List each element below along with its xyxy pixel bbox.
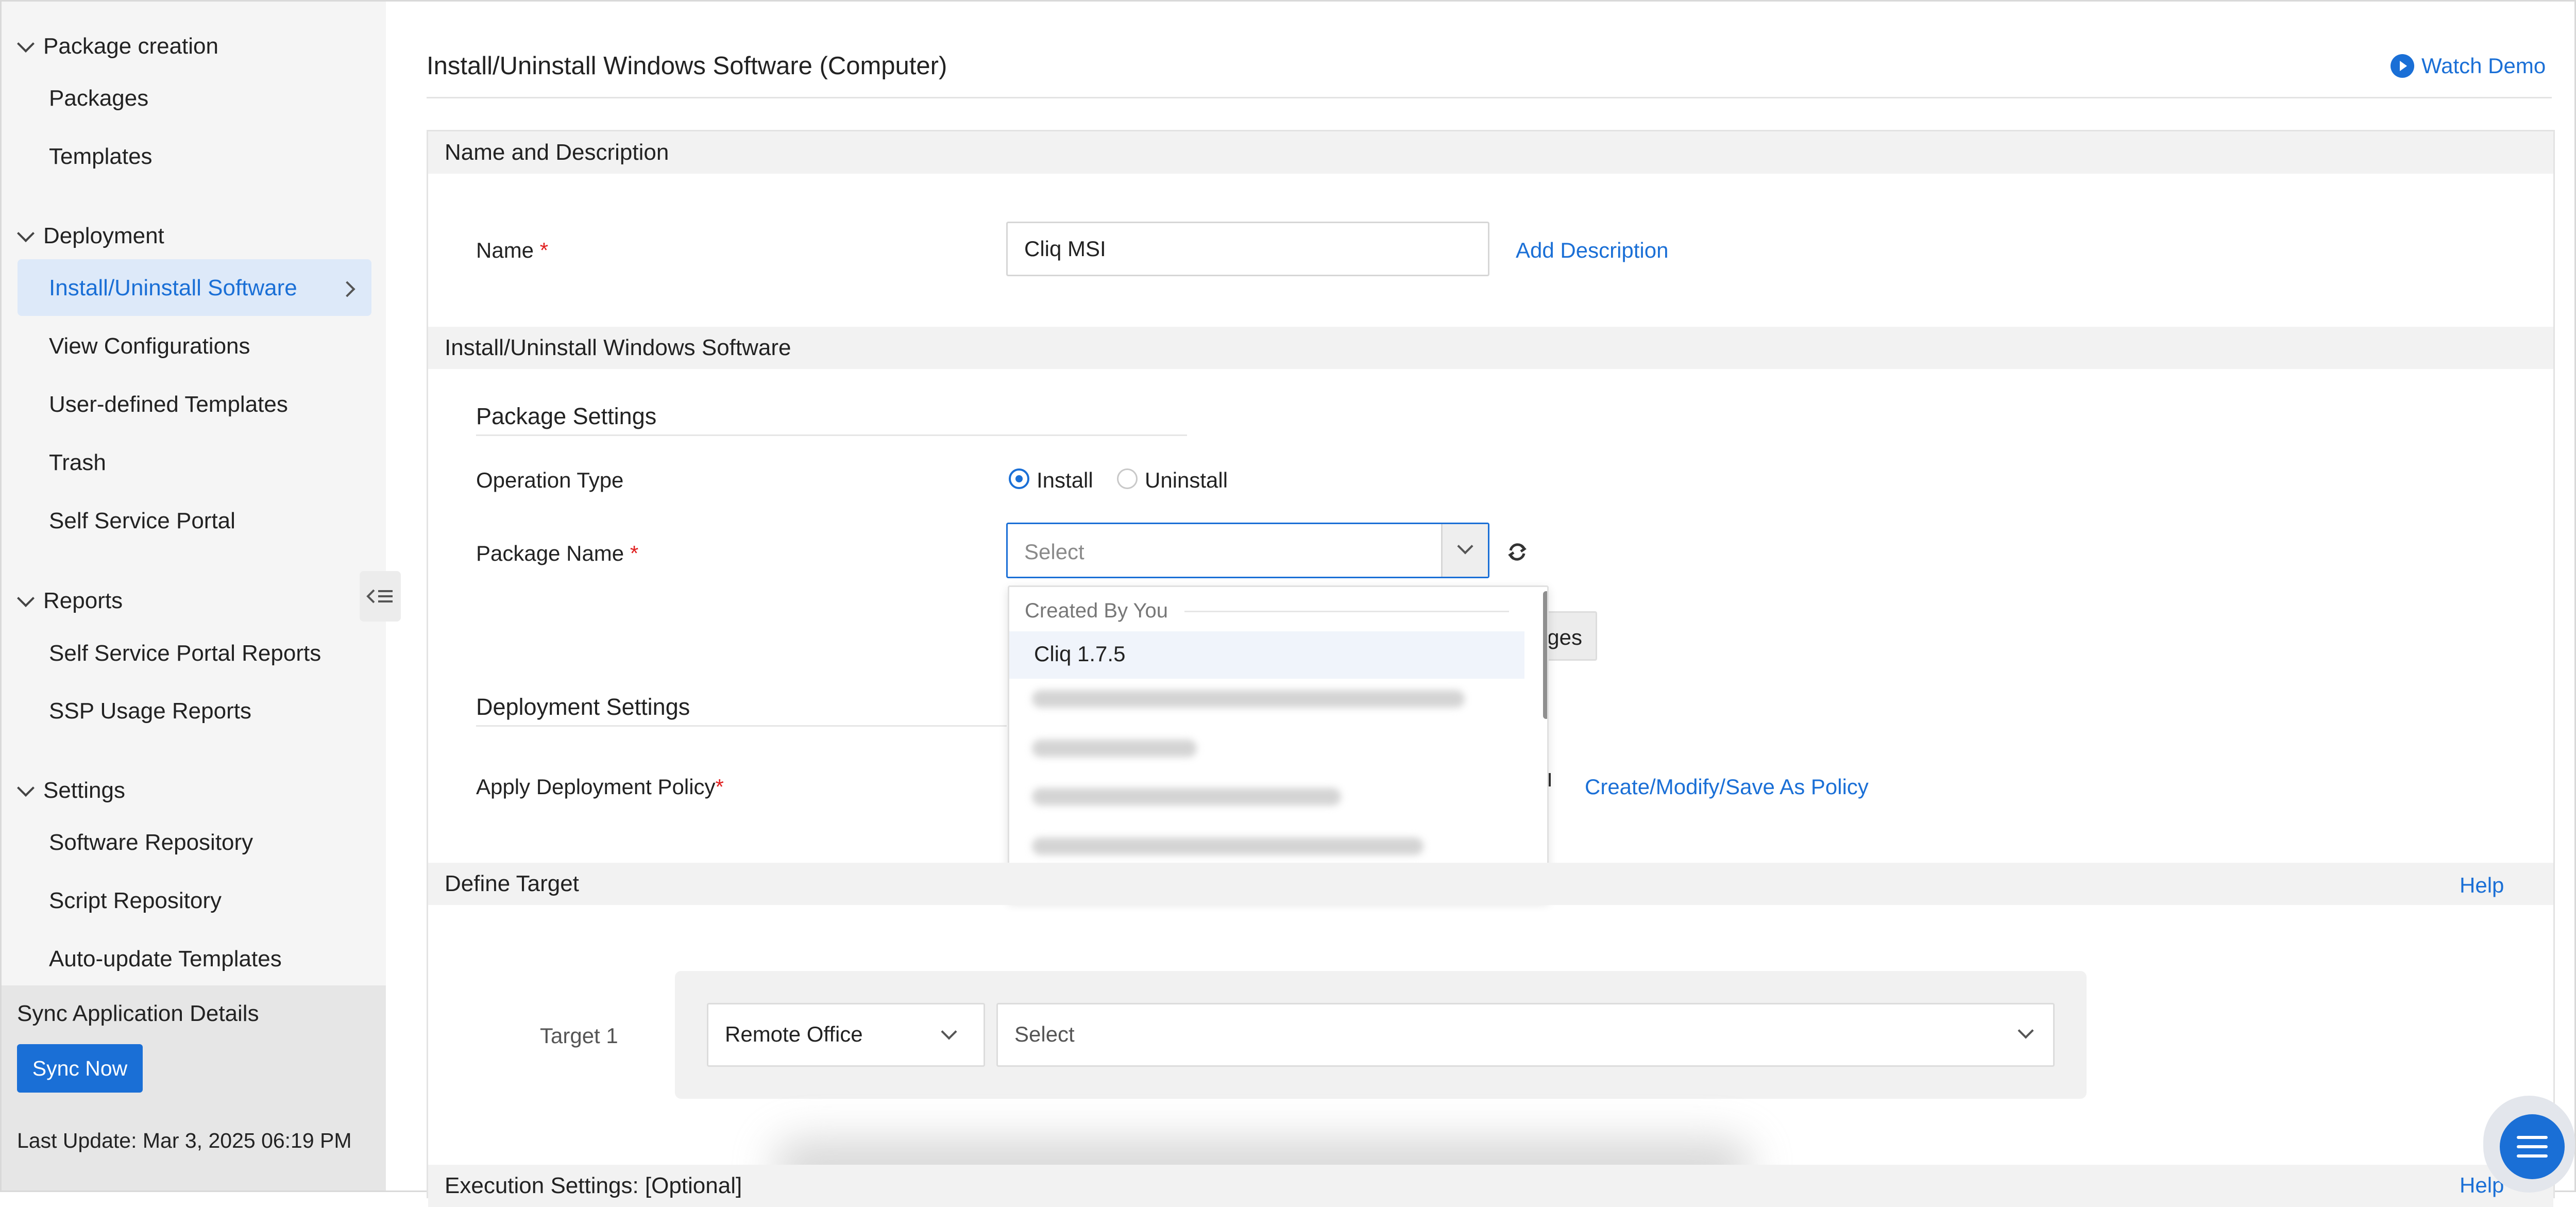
- last-update-text: Last Update: Mar 3, 2025 06:19 PM: [17, 1129, 352, 1152]
- install-radio[interactable]: [1009, 468, 1029, 489]
- target-label: Target 1: [540, 1024, 618, 1048]
- chevron-down-icon: [17, 590, 35, 607]
- install-radio-label[interactable]: Install: [1037, 468, 1093, 493]
- section-deployment[interactable]: Deployment: [17, 223, 164, 249]
- sidebar-item-ssp-reports[interactable]: Self Service Portal Reports: [49, 641, 321, 666]
- sidebar-item-view-configurations[interactable]: View Configurations: [49, 333, 250, 359]
- sidebar-item-software-repository[interactable]: Software Repository: [49, 830, 253, 856]
- sidebar-item-label: Install/Uninstall Software: [49, 275, 297, 300]
- uninstall-radio-label[interactable]: Uninstall: [1145, 468, 1228, 493]
- page-title: Install/Uninstall Windows Software (Comp…: [427, 52, 947, 80]
- target-help-link[interactable]: Help: [2460, 873, 2504, 898]
- divider: [427, 97, 2552, 98]
- sidebar-item-ssp-usage-reports[interactable]: SSP Usage Reports: [49, 698, 251, 724]
- collapse-sidebar-button[interactable]: [360, 571, 401, 622]
- select-placeholder: Select: [1024, 540, 1084, 564]
- watch-demo-link[interactable]: Watch Demo: [2391, 54, 2546, 78]
- sidebar-item-self-service-portal[interactable]: Self Service Portal: [49, 508, 235, 534]
- sidebar-item-trash[interactable]: Trash: [49, 450, 106, 476]
- dropdown-scrollbar[interactable]: [1543, 591, 1547, 719]
- sidebar-item-templates[interactable]: Templates: [49, 144, 152, 170]
- target-value-select[interactable]: Select: [996, 1003, 2055, 1067]
- refresh-icon[interactable]: [1506, 541, 1528, 563]
- deployment-settings-heading: Deployment Settings: [476, 694, 690, 720]
- section-header-target: Define Target: [428, 863, 2553, 905]
- package-dropdown: Created By You Cliq 1.7.5: [1008, 585, 1549, 901]
- redacted-option[interactable]: [1032, 740, 1197, 757]
- collapse-sidebar-icon: [366, 589, 393, 604]
- target-type-value: Remote Office: [725, 1022, 863, 1046]
- dropdown-option[interactable]: Cliq 1.7.5: [1034, 642, 1125, 666]
- play-icon: [2391, 54, 2414, 78]
- redacted-option[interactable]: [1032, 837, 1423, 855]
- package-name-label: Package Name *: [476, 541, 639, 565]
- sync-panel: Sync Application Details Sync Now Last U…: [2, 985, 386, 1191]
- sync-title: Sync Application Details: [17, 1001, 259, 1026]
- divider: [476, 434, 1187, 436]
- section-header-name: Name and Description: [428, 131, 2553, 174]
- redacted-option[interactable]: [1032, 788, 1341, 806]
- sidebar-item-packages[interactable]: Packages: [49, 86, 148, 111]
- apply-policy-label: Apply Deployment Policy*: [476, 775, 724, 799]
- target-type-select[interactable]: Remote Office: [707, 1003, 985, 1067]
- sidebar-item-auto-update-templates[interactable]: Auto-update Templates: [49, 946, 282, 972]
- chevron-down-icon: [17, 225, 35, 242]
- target-value-placeholder: Select: [1014, 1022, 1075, 1046]
- section-package-creation[interactable]: Package creation: [17, 33, 218, 59]
- operation-type-label: Operation Type: [476, 468, 624, 492]
- divider: [476, 725, 1007, 727]
- divider: [1184, 611, 1509, 612]
- chevron-down-icon: [17, 35, 35, 53]
- name-input[interactable]: [1006, 222, 1489, 276]
- create-modify-policy-link[interactable]: Create/Modify/Save As Policy: [1585, 775, 1869, 799]
- sync-now-button[interactable]: Sync Now: [17, 1044, 143, 1093]
- sidebar-item-script-repository[interactable]: Script Repository: [49, 888, 222, 914]
- section-header-execution: Execution Settings: [Optional]: [428, 1165, 2553, 1207]
- uninstall-radio[interactable]: [1117, 468, 1138, 489]
- section-settings[interactable]: Settings: [17, 778, 125, 803]
- chevron-down-icon: [1457, 538, 1473, 555]
- redacted-option[interactable]: [1032, 690, 1465, 708]
- sidebar-item-user-defined-templates[interactable]: User-defined Templates: [49, 392, 288, 417]
- section-reports[interactable]: Reports: [17, 588, 123, 614]
- name-label: Name *: [476, 238, 549, 262]
- package-name-select[interactable]: Select: [1006, 523, 1489, 578]
- chevron-down-icon: [2018, 1022, 2034, 1039]
- chevron-down-icon: [17, 779, 35, 797]
- section-header-software: Install/Uninstall Windows Software: [428, 327, 2553, 369]
- dropdown-group-label: Created By You: [1025, 599, 1168, 622]
- chevron-down-icon: [941, 1024, 957, 1040]
- select-caret[interactable]: [1441, 524, 1488, 577]
- menu-fab-button[interactable]: [2500, 1114, 2565, 1179]
- add-description-link[interactable]: Add Description: [1516, 238, 1668, 263]
- package-settings-heading: Package Settings: [476, 403, 657, 429]
